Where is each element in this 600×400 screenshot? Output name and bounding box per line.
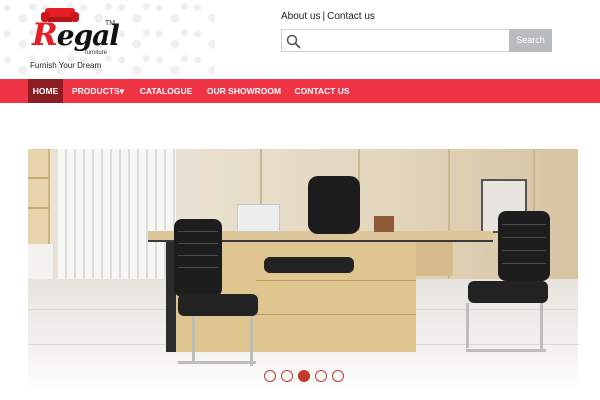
nav-item-our-showroom[interactable]: OUR SHOWROOM <box>204 79 284 103</box>
visitor-chair-right-image <box>498 211 550 281</box>
nav-item-catalogue[interactable]: CATALOGUE <box>138 79 194 103</box>
executive-chair-image <box>308 176 360 234</box>
brand-subtitle: furniture <box>85 50 108 56</box>
brand-initial: R <box>32 17 58 53</box>
slider-dot[interactable] <box>264 370 276 382</box>
laptop-image <box>237 204 280 232</box>
trademark-mark: TM <box>105 20 116 27</box>
chevron-down-icon: ▾ <box>119 86 124 96</box>
contact-us-link[interactable]: Contact us <box>327 11 375 22</box>
nav-item-products[interactable]: PRODUCTS▾ <box>68 79 128 103</box>
nav-item-home[interactable]: HOME <box>28 79 63 103</box>
bookshelf-image <box>28 149 50 244</box>
search-icon <box>286 34 301 49</box>
about-us-link[interactable]: About us <box>281 11 320 22</box>
brand-logo[interactable]: Regal TM furniture Furnish Your Dream <box>26 6 126 70</box>
slider-dot[interactable] <box>281 370 293 382</box>
nav-item-products-label: PRODUCTS <box>72 86 120 96</box>
slider-indicators <box>264 370 344 382</box>
nav-item-contact-us[interactable]: CONTACT US <box>292 79 352 103</box>
slider-dot[interactable] <box>332 370 344 382</box>
slider-dot[interactable] <box>298 370 310 382</box>
link-separator: | <box>322 11 326 22</box>
hero-slider[interactable] <box>28 149 578 392</box>
brand-tagline: Furnish Your Dream <box>30 61 102 70</box>
main-navigation: HOME PRODUCTS▾ CATALOGUE OUR SHOWROOM CO… <box>0 79 600 103</box>
slider-dot[interactable] <box>315 370 327 382</box>
search-button[interactable]: Search <box>509 29 552 52</box>
book-image <box>374 216 394 232</box>
top-links: About us | Contact us <box>281 11 375 22</box>
site-header: Regal TM furniture Furnish Your Dream Ab… <box>0 0 600 78</box>
window-blinds-image <box>58 149 176 299</box>
search-input[interactable] <box>304 31 504 50</box>
search-bar: Search <box>281 29 552 52</box>
page: Regal TM furniture Furnish Your Dream Ab… <box>0 0 600 400</box>
